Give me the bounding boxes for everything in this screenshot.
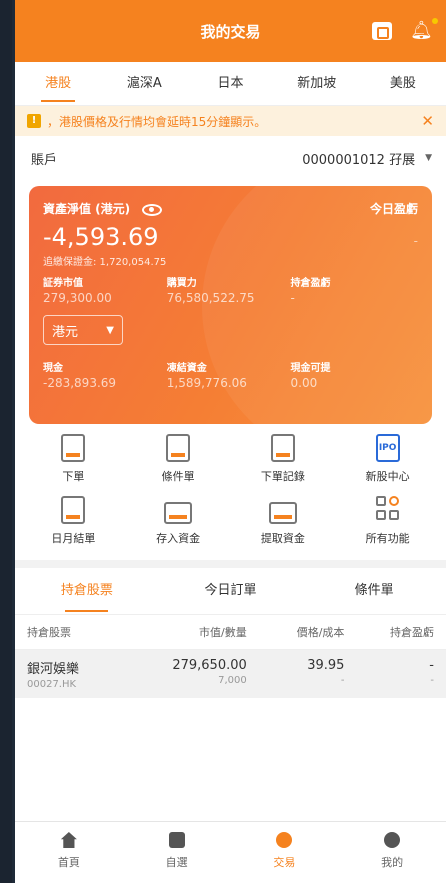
nav-label: 資產淨值 (港元) bbox=[43, 202, 131, 216]
cash-label: 現金 bbox=[43, 363, 63, 374]
wallet-icon[interactable] bbox=[372, 22, 392, 40]
section-divider bbox=[15, 560, 446, 568]
all-functions-icon bbox=[375, 496, 400, 524]
today-pl-value: - bbox=[413, 234, 418, 248]
notice-icon: ! bbox=[27, 114, 41, 128]
buying-power-label: 購買力 bbox=[166, 278, 197, 289]
eye-icon[interactable] bbox=[142, 203, 163, 216]
order-icon bbox=[61, 434, 86, 462]
caret-down-icon: ▼ bbox=[425, 153, 432, 163]
func-ipo-center[interactable]: IPO 新股中心 bbox=[335, 434, 440, 484]
trade-icon bbox=[276, 832, 293, 848]
position-pl-label: 持倉盈虧 bbox=[290, 278, 331, 289]
stock-market-value-label: 証券市值 bbox=[43, 278, 83, 289]
tab-japan[interactable]: 日本 bbox=[187, 62, 273, 106]
frozen-funds-value: 1,589,776.06 bbox=[166, 376, 247, 390]
ipo-icon: IPO bbox=[375, 434, 400, 462]
delay-notice: ! ，港股價格及行情均會延時15分鐘顯示。 ✕ bbox=[15, 106, 446, 136]
app-screen: 我的交易 🔔︎ 港股 滬深A 日本 新加坡 美股 ! ，港股價格及行情均會延時1… bbox=[12, 0, 446, 883]
func-order-history[interactable]: 下單記錄 bbox=[231, 434, 336, 484]
home-icon bbox=[60, 832, 77, 848]
tabbar-profile[interactable]: 我的 bbox=[338, 822, 446, 883]
market-value: 279,650.00 bbox=[172, 658, 247, 673]
func-withdraw[interactable]: 提取資金 bbox=[231, 496, 336, 546]
chevron-down-icon: ▼ bbox=[106, 324, 114, 336]
stock-code: 00027.HK bbox=[27, 679, 77, 690]
buying-power-value: 76,580,522.75 bbox=[166, 291, 255, 305]
today-pl-label: 今日盈虧 bbox=[369, 202, 418, 216]
table-row[interactable]: 銀河娛樂 00027.HK 279,650.00 7,000 39.95 - -… bbox=[15, 650, 446, 698]
withdrawable-label: 現金可提 bbox=[290, 363, 331, 374]
bell-icon[interactable]: 🔔︎ bbox=[410, 20, 433, 42]
cost: - bbox=[340, 675, 345, 686]
tabbar-trade[interactable]: 交易 bbox=[231, 822, 339, 883]
price: 39.95 bbox=[307, 658, 345, 673]
quantity: 7,000 bbox=[218, 675, 247, 686]
bottom-tab-bar: 首頁 自選 交易 我的 bbox=[15, 821, 446, 883]
table-header: 持倉股票 市值/數量 價格/成本 持倉盈虧 bbox=[15, 614, 446, 650]
deposit-icon bbox=[164, 502, 193, 524]
tabbar-home[interactable]: 首頁 bbox=[15, 822, 123, 883]
tab-holdings[interactable]: 持倉股票 bbox=[15, 568, 159, 614]
position-tabs: 持倉股票 今日訂單 條件單 bbox=[15, 568, 446, 614]
stock-name: 銀河娛樂 bbox=[27, 662, 80, 677]
position-pl: - bbox=[429, 658, 434, 673]
conditional-order-icon bbox=[166, 434, 191, 462]
market-tabs: 港股 滬深A 日本 新加坡 美股 bbox=[15, 62, 446, 106]
account-selector[interactable]: 賬戶 0000001012 孖展 ▼ bbox=[15, 136, 446, 180]
tab-sh-sz-a[interactable]: 滬深A bbox=[101, 62, 187, 106]
order-history-icon bbox=[270, 434, 295, 462]
account-label: 賬戶 bbox=[31, 152, 58, 168]
notification-dot bbox=[432, 18, 438, 24]
position-pl-pct: - bbox=[430, 675, 434, 686]
func-statement[interactable]: 日月結單 bbox=[21, 496, 126, 546]
statement-icon bbox=[61, 496, 86, 524]
tab-today-orders[interactable]: 今日訂單 bbox=[159, 568, 303, 614]
account-summary-card: 資產淨值 (港元) 今日盈虧 -4,593.69 - 追繳保證金: 1,720,… bbox=[29, 186, 432, 424]
page-title: 我的交易 bbox=[200, 22, 261, 41]
account-value: 0000001012 孖展 bbox=[302, 152, 416, 168]
cash-value: -283,893.69 bbox=[43, 376, 117, 390]
col-position-pl: 持倉盈虧 bbox=[389, 626, 434, 639]
tab-us[interactable]: 美股 bbox=[360, 62, 446, 106]
tabbar-watchlist[interactable]: 自選 bbox=[123, 822, 231, 883]
margin-call: 追繳保證金: 1,720,054.75 bbox=[43, 257, 167, 268]
position-pl-value: - bbox=[290, 291, 295, 305]
func-all-functions[interactable]: 所有功能 bbox=[335, 496, 440, 546]
currency-select[interactable]: 港元 ▼ bbox=[43, 315, 123, 345]
top-bar: 我的交易 🔔︎ bbox=[15, 0, 446, 62]
tab-singapore[interactable]: 新加坡 bbox=[274, 62, 360, 106]
watchlist-icon bbox=[168, 832, 185, 848]
col-stock: 持倉股票 bbox=[27, 626, 71, 639]
currency-value: 港元 bbox=[52, 324, 79, 340]
col-price-cost: 價格/成本 bbox=[296, 626, 345, 639]
function-grid: 下單 條件單 下單記錄 IPO 新股中心 日月結單 存入資金 提取資金 所有功能 bbox=[15, 424, 446, 546]
profile-icon bbox=[384, 832, 401, 848]
notice-text: ，港股價格及行情均會延時15分鐘顯示。 bbox=[47, 114, 267, 129]
nav-value: -4,593.69 bbox=[43, 223, 159, 251]
tab-conditional-orders[interactable]: 條件單 bbox=[302, 568, 446, 614]
frozen-funds-label: 凍結資金 bbox=[166, 363, 207, 374]
col-market-value: 市值/數量 bbox=[199, 626, 247, 639]
func-order[interactable]: 下單 bbox=[21, 434, 126, 484]
withdrawable-value: 0.00 bbox=[290, 376, 318, 390]
stock-market-value: 279,300.00 bbox=[43, 291, 112, 305]
func-conditional-order[interactable]: 條件單 bbox=[126, 434, 231, 484]
func-deposit[interactable]: 存入資金 bbox=[126, 496, 231, 546]
close-icon[interactable]: ✕ bbox=[421, 112, 434, 130]
tab-hk[interactable]: 港股 bbox=[15, 62, 101, 106]
withdraw-icon bbox=[268, 502, 297, 524]
